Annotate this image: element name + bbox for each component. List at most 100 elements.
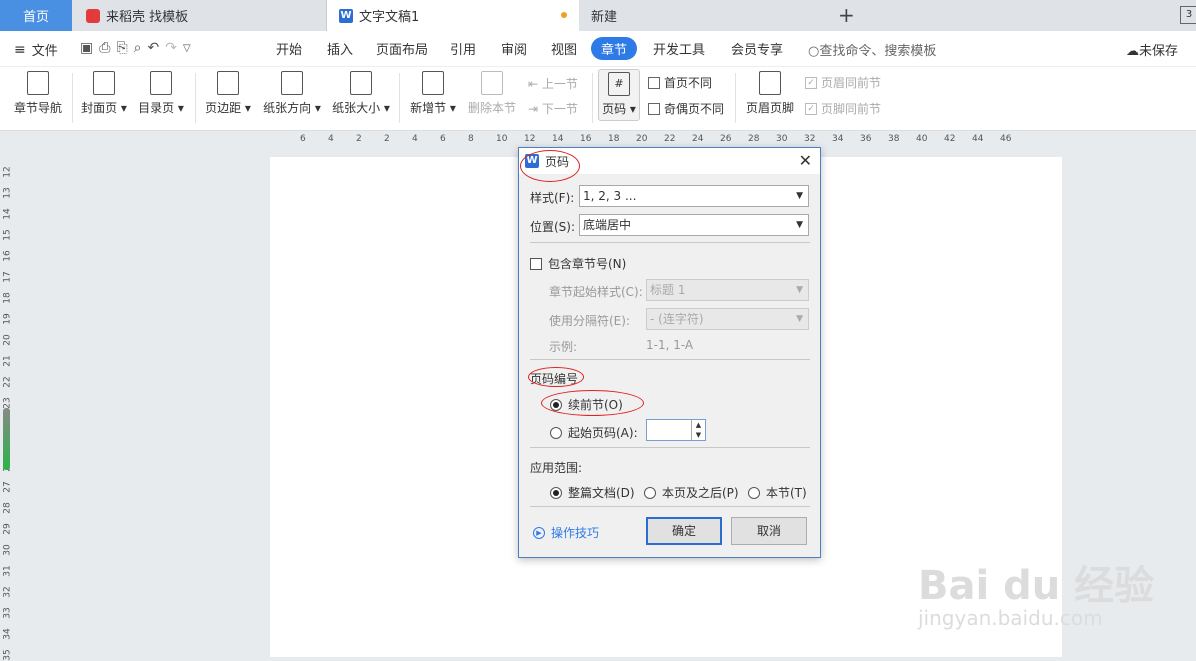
tips-label: 操作技巧 bbox=[551, 526, 600, 540]
menu-tab-reference[interactable]: 引用 bbox=[450, 39, 476, 58]
prev-section-button[interactable]: ⇤ 上一节 bbox=[528, 75, 578, 92]
apply-whole-radio[interactable]: 整篇文档(D) bbox=[550, 484, 635, 501]
command-search[interactable]: ○查找命令、搜索模板 bbox=[808, 40, 936, 59]
new-section-button[interactable]: 新增节 ▾ bbox=[408, 71, 458, 116]
unsaved-dot-icon bbox=[561, 12, 567, 18]
start-at-radio[interactable]: 起始页码(A): bbox=[550, 424, 638, 441]
save-icon[interactable]: ▣ bbox=[80, 40, 93, 56]
margin-button[interactable]: 页边距 ▾ bbox=[204, 71, 252, 116]
start-page-number-input[interactable]: ▲ ▼ bbox=[646, 419, 706, 441]
header-footer-button[interactable]: 页眉页脚 bbox=[744, 71, 796, 116]
header-same-label: 页眉同前节 bbox=[821, 76, 882, 90]
ribbon-divider bbox=[735, 73, 736, 123]
file-menu[interactable]: ≡ 文件 bbox=[14, 40, 58, 60]
ribbon-divider bbox=[195, 73, 196, 123]
ribbon-divider bbox=[72, 73, 73, 123]
tab-new[interactable]: 新建 bbox=[579, 0, 829, 31]
print-icon[interactable]: ⎘ bbox=[116, 40, 127, 56]
menu-tab-section[interactable]: 章节 bbox=[591, 37, 638, 60]
separator-select[interactable]: - (连字符) ▼ bbox=[646, 308, 809, 330]
example-value: 1-1, 1-A bbox=[646, 338, 694, 352]
ruler-tick-label: 15 bbox=[2, 229, 13, 241]
delete-section-button[interactable]: 删除本节 bbox=[466, 71, 518, 116]
ruler-tick-label: 36 bbox=[860, 134, 872, 144]
cloud-status[interactable]: ☁未保存 bbox=[1126, 40, 1178, 59]
export-pdf-icon[interactable]: ⎙ bbox=[99, 40, 110, 56]
style-select[interactable]: 1, 2, 3 ... ▼ bbox=[579, 185, 809, 207]
next-section-button[interactable]: ⇥ 下一节 bbox=[528, 100, 578, 117]
ruler-tick-label: 28 bbox=[748, 134, 760, 144]
baidu-watermark-logo: Bai du 经验 bbox=[918, 563, 1155, 609]
tips-link[interactable]: ▶ 操作技巧 bbox=[533, 524, 599, 541]
ruler-tick-label: 27 bbox=[2, 481, 13, 493]
ruler-tick-label: 24 bbox=[692, 134, 704, 144]
ruler-tick-label: 14 bbox=[2, 208, 13, 220]
cover-page-button[interactable]: 封面页 ▾ bbox=[80, 71, 128, 116]
style-select-value: 1, 2, 3 ... bbox=[583, 189, 637, 203]
menu-tab-start[interactable]: 开始 bbox=[276, 39, 302, 58]
toc-page-button[interactable]: 目录页 ▾ bbox=[137, 71, 185, 116]
ribbon-divider bbox=[399, 73, 400, 123]
ruler-tick-label: 2 bbox=[356, 134, 362, 144]
file-menu-label: 文件 bbox=[31, 44, 58, 59]
tab-home[interactable]: 首页 bbox=[0, 0, 72, 31]
ruler-tick-label: 16 bbox=[580, 134, 592, 144]
window-count-badge[interactable]: 3 bbox=[1180, 6, 1196, 24]
cancel-button[interactable]: 取消 bbox=[731, 517, 807, 545]
menu-tab-insert[interactable]: 插入 bbox=[327, 39, 353, 58]
add-tab-icon[interactable]: + bbox=[838, 3, 855, 27]
page-number-button[interactable]: # 页码 ▾ bbox=[598, 69, 640, 121]
ruler-tick-label: 42 bbox=[944, 134, 956, 144]
undo-icon[interactable]: ↶ bbox=[147, 40, 159, 56]
first-page-different-checkbox[interactable]: 首页不同 bbox=[648, 74, 712, 91]
ruler-tick-label: 34 bbox=[832, 134, 844, 144]
ribbon-divider bbox=[592, 73, 593, 123]
ruler-tick-label: 4 bbox=[412, 134, 418, 144]
cloud-status-label: 未保存 bbox=[1139, 44, 1179, 59]
apply-section-radio[interactable]: 本节(T) bbox=[748, 484, 807, 501]
apply-after-label: 本页及之后(P) bbox=[662, 486, 739, 500]
header-footer-icon bbox=[759, 71, 781, 95]
dropdown-arrow-icon: ▼ bbox=[796, 285, 803, 295]
odd-even-different-checkbox[interactable]: 奇偶页不同 bbox=[648, 100, 724, 117]
menu-tab-review[interactable]: 审阅 bbox=[501, 39, 527, 58]
include-chapter-checkbox[interactable]: 包含章节号(N) bbox=[530, 255, 626, 272]
spinner-arrows-icon[interactable]: ▲ ▼ bbox=[691, 420, 705, 440]
apply-section-label: 本节(T) bbox=[766, 486, 807, 500]
ruler-tick-label: 22 bbox=[664, 134, 676, 144]
ok-button[interactable]: 确定 bbox=[646, 517, 722, 545]
ruler-tick-label: 16 bbox=[2, 250, 13, 262]
tab-daoke-label: 来稻壳 找模板 bbox=[106, 10, 189, 25]
paper-size-button[interactable]: 纸张大小 ▾ bbox=[331, 71, 391, 116]
apply-after-radio[interactable]: 本页及之后(P) bbox=[644, 484, 739, 501]
customize-chevron-icon[interactable]: ▽ bbox=[183, 40, 191, 56]
section-nav-button[interactable]: 章节导航 bbox=[12, 71, 64, 116]
menu-bar: ≡ 文件 ▣ ⎙ ⎘ ⌕ ↶ ↷ ▽ 开始 插入 页面布局 引用 审阅 视图 章节… bbox=[0, 31, 1196, 67]
radio-dot bbox=[644, 486, 656, 499]
ruler-tick-label: 17 bbox=[2, 271, 13, 283]
new-section-icon bbox=[422, 71, 444, 95]
new-section-label: 新增节 bbox=[410, 101, 447, 115]
tab-daoke[interactable]: 来稻壳 找模板 bbox=[72, 0, 327, 31]
include-chapter-label: 包含章节号(N) bbox=[548, 257, 627, 271]
writer-logo-icon: W bbox=[339, 8, 353, 23]
redo-icon[interactable]: ↷ bbox=[165, 40, 177, 56]
ruler-tick-label: 4 bbox=[328, 134, 334, 144]
position-select[interactable]: 底端居中 ▼ bbox=[579, 214, 809, 236]
separator-value: - (连字符) bbox=[650, 312, 704, 326]
chapter-start-select[interactable]: 标题 1 ▼ bbox=[646, 279, 809, 301]
print-preview-icon[interactable]: ⌕ bbox=[134, 40, 142, 56]
delete-section-label: 删除本节 bbox=[467, 101, 516, 115]
footer-same-as-prev-checkbox[interactable]: ✓ 页脚同前节 bbox=[805, 100, 881, 117]
menu-tab-view[interactable]: 视图 bbox=[551, 39, 577, 58]
menu-tab-member[interactable]: 会员专享 bbox=[731, 39, 783, 58]
close-icon[interactable]: ✕ bbox=[799, 151, 812, 170]
orientation-button[interactable]: 纸张方向 ▾ bbox=[262, 71, 322, 116]
chapter-start-label: 章节起始样式(C): bbox=[549, 285, 643, 299]
scroll-indicator[interactable] bbox=[3, 408, 10, 470]
vertical-ruler[interactable]: 1213141516171819202122232425262728293031… bbox=[0, 149, 16, 661]
menu-tab-developer[interactable]: 开发工具 bbox=[653, 39, 705, 58]
header-same-as-prev-checkbox[interactable]: ✓ 页眉同前节 bbox=[805, 74, 881, 91]
tab-document[interactable]: W 文字文稿1 bbox=[327, 0, 579, 31]
menu-tab-layout[interactable]: 页面布局 bbox=[376, 39, 428, 58]
